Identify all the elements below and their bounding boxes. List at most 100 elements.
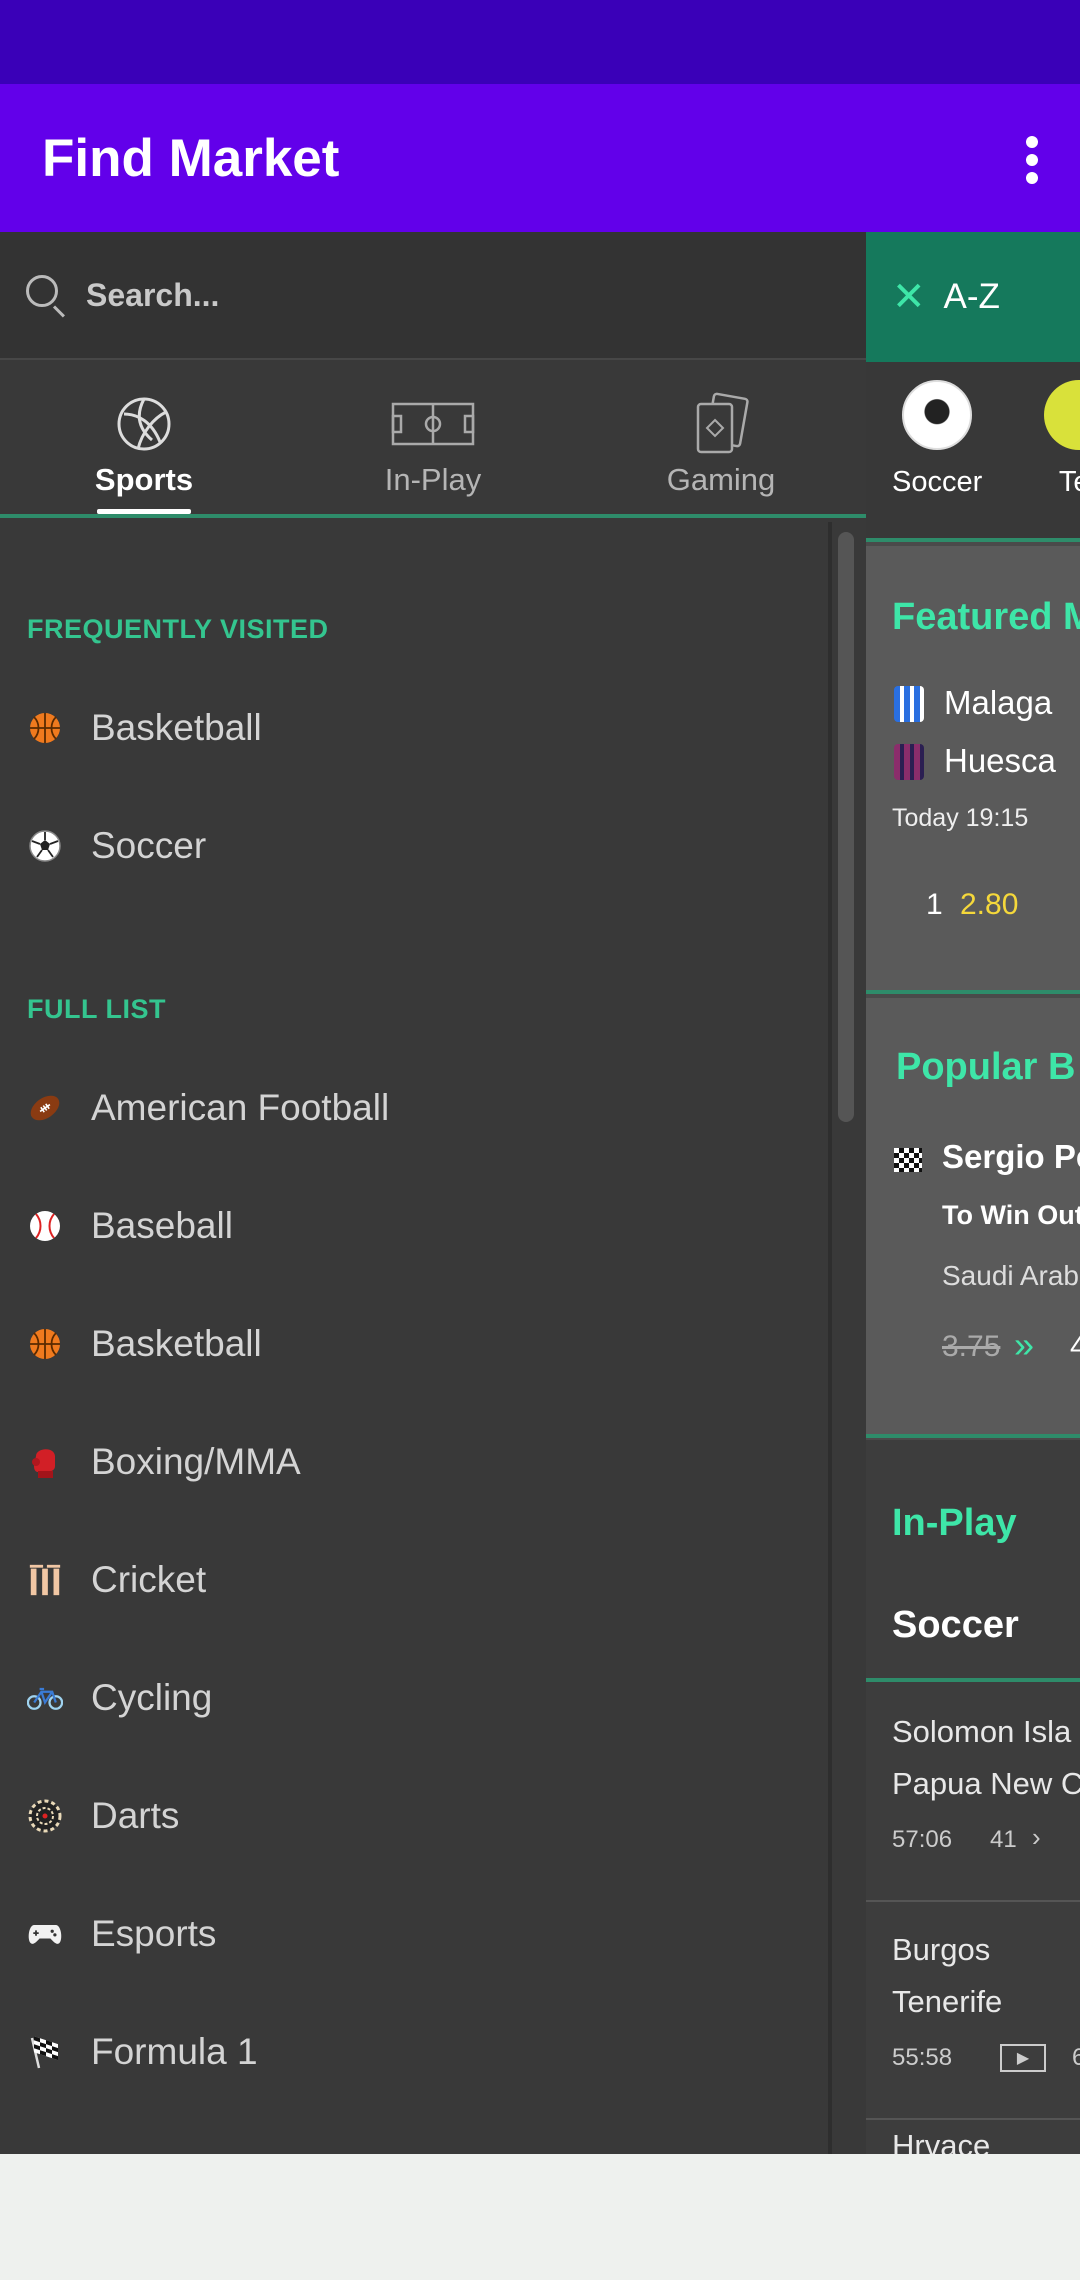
jersey-icon bbox=[894, 686, 924, 722]
tab-active-indicator bbox=[97, 509, 191, 514]
strip-item-tennis[interactable]: Ter bbox=[1044, 380, 1080, 499]
featured-title: Featured M bbox=[892, 596, 1080, 638]
baseball-icon bbox=[27, 1208, 63, 1244]
team-2: Tenerife bbox=[892, 1984, 1003, 2019]
match-row[interactable]: Burgos Tenerife 55:58 ▶ 6 bbox=[866, 1902, 1080, 2120]
team-1: Solomon Isla bbox=[892, 1714, 1072, 1749]
tab-label: In-Play bbox=[384, 462, 482, 497]
markets-count: 6 bbox=[1072, 2044, 1080, 2071]
pitch-icon bbox=[289, 394, 577, 454]
sport-item-boxing-mma[interactable]: Boxing/MMA bbox=[0, 1403, 820, 1521]
sport-item-darts[interactable]: Darts bbox=[0, 1757, 820, 1875]
az-button[interactable]: ✕ A-Z bbox=[866, 232, 1080, 362]
cards-icon bbox=[577, 392, 865, 454]
sport-label: Darts bbox=[91, 1795, 180, 1836]
cricket-stumps-icon bbox=[27, 1562, 63, 1598]
app-title: Find Market bbox=[42, 128, 340, 188]
inplay-sport: Soccer bbox=[892, 1604, 1019, 1646]
close-icon[interactable]: ✕ bbox=[892, 274, 926, 320]
team-1: Burgos bbox=[892, 1932, 991, 1967]
tab-label: Gaming bbox=[666, 462, 776, 497]
soccer-ball-icon bbox=[27, 828, 63, 864]
sport-item-baseball[interactable]: Baseball bbox=[0, 1167, 820, 1285]
team-1: Malaga bbox=[944, 684, 1053, 721]
selection-name: Sergio Pe bbox=[942, 1138, 1080, 1175]
background-page: ✕ A-Z Soccer Ter Featured M Malaga Huesc… bbox=[866, 232, 1080, 2154]
soccer-ball-icon bbox=[902, 380, 973, 450]
chevron-right-icon: › bbox=[1032, 1822, 1041, 1852]
strip-item-soccer[interactable]: Soccer bbox=[892, 380, 982, 499]
sport-item-american-football[interactable]: American Football bbox=[0, 1049, 820, 1167]
tab-gaming[interactable]: Gaming bbox=[577, 362, 865, 514]
inplay-title: In-Play bbox=[892, 1502, 1017, 1544]
more-options-icon[interactable] bbox=[1022, 136, 1042, 184]
tab-label: Sports bbox=[94, 462, 194, 497]
sport-item-cricket[interactable]: Cricket bbox=[0, 1521, 820, 1639]
match-time: Today 19:15 bbox=[892, 804, 1029, 832]
sport-strip: Soccer Ter bbox=[866, 362, 1080, 542]
jersey-icon bbox=[894, 744, 924, 780]
strip-divider bbox=[866, 538, 1080, 542]
status-bar bbox=[0, 0, 1080, 84]
sport-label: Basketball bbox=[91, 707, 262, 748]
section-heading-frequent: FREQUENTLY VISITED bbox=[27, 614, 329, 644]
market-name: To Win Out bbox=[942, 1200, 1080, 1230]
basketball-icon bbox=[27, 1326, 63, 1362]
team-2: Papua New C bbox=[892, 1766, 1080, 1801]
match-clock: 57:06 bbox=[892, 1826, 953, 1853]
sport-label: Esports bbox=[91, 1913, 217, 1954]
popular-title: Popular B bbox=[896, 1046, 1076, 1088]
app-bar: Find Market bbox=[0, 84, 1080, 232]
strip-label: Soccer bbox=[892, 466, 983, 498]
event-name: Saudi Arab bbox=[942, 1260, 1079, 1291]
sport-item-basketball[interactable]: Basketball bbox=[0, 669, 820, 787]
sport-label: Baseball bbox=[91, 1205, 233, 1246]
old-odds: 3.75 bbox=[942, 1330, 1001, 1363]
category-tabs: Sports In-Play Gaming bbox=[0, 362, 866, 518]
tennis-ball-icon bbox=[1044, 380, 1080, 450]
tab-sports[interactable]: Sports bbox=[0, 362, 288, 514]
scrollbar-track bbox=[828, 522, 832, 2154]
tab-in-play[interactable]: In-Play bbox=[289, 362, 577, 514]
bicycle-icon bbox=[27, 1680, 63, 1716]
play-video-icon: ▶ bbox=[1000, 2044, 1046, 2072]
featured-card[interactable]: Featured M Malaga Huesca Today 19:15 1 2… bbox=[866, 546, 1080, 994]
double-chevron-icon: » bbox=[1014, 1324, 1035, 1365]
search-input[interactable]: Search... bbox=[86, 277, 219, 314]
strip-label: Ter bbox=[1058, 466, 1080, 498]
match-clock: 55:58 bbox=[892, 2044, 953, 2071]
inplay-section: In-Play Soccer Solomon Isla Papua New C … bbox=[866, 1440, 1080, 2154]
bottom-area bbox=[0, 2154, 1080, 2280]
sport-label: Boxing/MMA bbox=[91, 1441, 301, 1482]
new-odds[interactable]: 4 bbox=[1070, 1330, 1080, 1364]
popular-card[interactable]: Popular B Sergio Pe To Win Out Saudi Ara… bbox=[866, 998, 1080, 1438]
az-label: A-Z bbox=[943, 277, 1000, 316]
sport-label: American Football bbox=[91, 1087, 390, 1128]
boxing-glove-icon bbox=[27, 1444, 63, 1480]
sport-item-esports[interactable]: Esports bbox=[0, 1875, 820, 1993]
scrollbar-thumb[interactable] bbox=[838, 532, 854, 1122]
odd-value[interactable]: 2.80 bbox=[960, 888, 1018, 922]
odd-label: 1 bbox=[926, 888, 943, 921]
search-bar[interactable]: Search... bbox=[0, 232, 866, 360]
american-football-icon bbox=[27, 1090, 63, 1126]
match-row[interactable]: Solomon Isla Papua New C 57:06 41 › bbox=[866, 1682, 1080, 1902]
checkered-flag-icon bbox=[27, 2034, 63, 2070]
gamepad-icon bbox=[27, 1916, 63, 1952]
sport-item-soccer[interactable]: Soccer bbox=[0, 787, 820, 905]
sport-item-formula-1[interactable]: Formula 1 bbox=[0, 1993, 820, 2111]
sport-label: Cycling bbox=[91, 1677, 213, 1718]
volleyball-icon bbox=[0, 394, 288, 454]
search-icon bbox=[24, 273, 68, 318]
sport-item-basketball[interactable]: Basketball bbox=[0, 1285, 820, 1403]
sport-label: Formula 1 bbox=[91, 2031, 258, 2072]
team-2: Huesca bbox=[944, 742, 1056, 779]
basketball-icon bbox=[27, 710, 63, 746]
checkered-flag-icon bbox=[894, 1148, 922, 1172]
team-1: Hrvace bbox=[892, 2128, 991, 2154]
dartboard-icon bbox=[27, 1798, 63, 1834]
sport-item-cycling[interactable]: Cycling bbox=[0, 1639, 820, 1757]
section-heading-full-list: FULL LIST bbox=[27, 994, 166, 1024]
sport-label: Soccer bbox=[91, 825, 207, 866]
sport-label: Cricket bbox=[91, 1559, 207, 1600]
